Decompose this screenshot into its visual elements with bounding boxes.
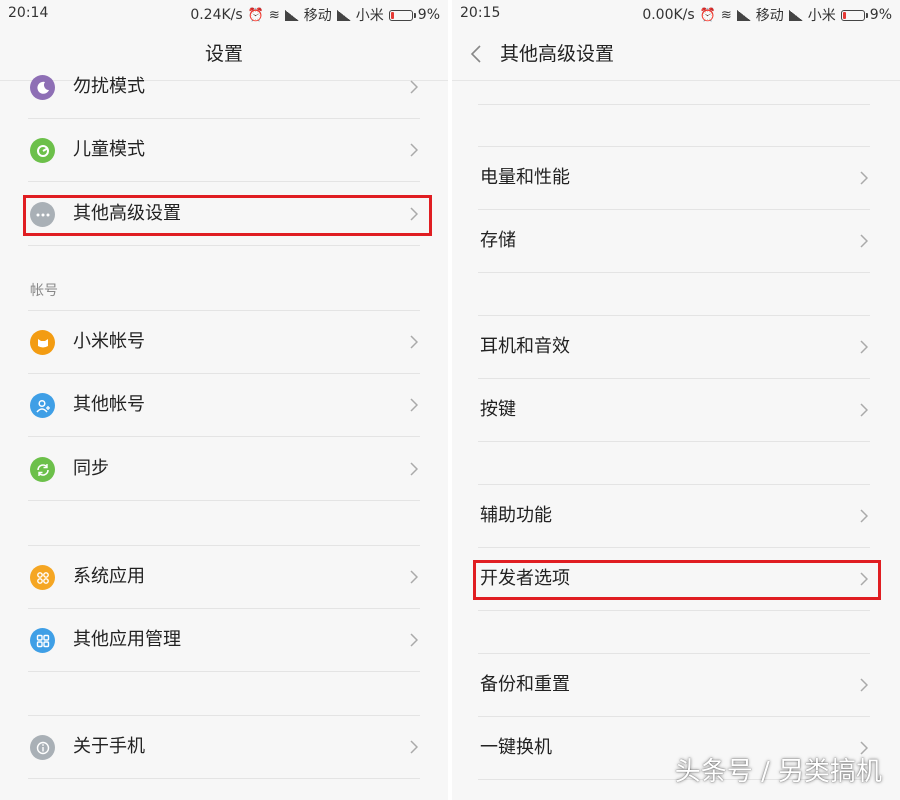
item-label: 存储: [480, 230, 516, 251]
signal-icon: [284, 9, 299, 21]
settings-screen: 20:14 0.24K/s ⏰ ≋ 移动 小米 9% 设置 勿扰模式 儿童模式 …: [0, 0, 448, 800]
advanced-settings-list: 电量和性能 存储 耳机和音效 按键 辅助功能 开发者选项 备份和重置 一键换机: [452, 80, 900, 800]
page-title: 其他高级设置: [500, 43, 615, 65]
list-item-headphones-audio[interactable]: 耳机和音效: [478, 316, 870, 379]
title-bar: 其他高级设置: [452, 28, 900, 81]
status-indicators: 0.24K/s ⏰ ≋ 移动 小米 9%: [190, 5, 440, 25]
item-label: 耳机和音效: [480, 336, 570, 357]
chevron-right-icon: [410, 570, 418, 584]
list-item-battery-performance[interactable]: 电量和性能: [478, 147, 870, 210]
info-icon: [30, 735, 55, 760]
chevron-right-icon: [860, 340, 868, 354]
moon-icon: [30, 75, 55, 100]
child-mode-icon: [30, 138, 55, 163]
chevron-right-icon: [410, 740, 418, 754]
list-item-sync[interactable]: 同步: [28, 438, 420, 501]
status-bar: 20:14 0.24K/s ⏰ ≋ 移动 小米 9%: [0, 0, 448, 28]
chevron-right-icon: [860, 509, 868, 523]
battery-icon: [840, 9, 868, 21]
network-speed: 0.00K/s: [642, 7, 695, 23]
chevron-right-icon: [410, 462, 418, 476]
signal-icon-2: [788, 9, 803, 21]
divider: [478, 104, 870, 105]
list-item-mi-account[interactable]: 小米帐号: [28, 311, 420, 374]
carrier-1: 移动: [303, 8, 332, 24]
back-arrow-icon[interactable]: [470, 44, 482, 64]
network-speed: 0.24K/s: [190, 7, 243, 23]
advanced-settings-screen: 20:15 0.00K/s ⏰ ≋ 移动 小米 9% 其他高级设置 电量和性能 …: [452, 0, 900, 800]
item-label: 系统应用: [73, 566, 145, 587]
watermark: 头条号 / 另类搞机: [674, 757, 882, 787]
list-item-child-mode[interactable]: 儿童模式: [28, 119, 420, 182]
list-item-other-app-management[interactable]: 其他应用管理: [28, 609, 420, 672]
list-item-accessibility[interactable]: 辅助功能: [478, 485, 870, 548]
item-label: 备份和重置: [480, 674, 570, 695]
item-label: 同步: [73, 458, 109, 479]
chevron-right-icon: [410, 633, 418, 647]
list-item-other-accounts[interactable]: 其他帐号: [28, 374, 420, 437]
carrier-2: 小米: [807, 8, 836, 24]
item-label: 辅助功能: [480, 505, 552, 526]
chevron-right-icon: [860, 234, 868, 248]
battery-icon: [388, 9, 416, 21]
highlight-box: [23, 195, 432, 236]
wifi-icon: ≋: [268, 7, 280, 23]
list-item-buttons[interactable]: 按键: [478, 379, 870, 442]
sync-icon: [30, 457, 55, 482]
person-icon: [30, 393, 55, 418]
list-item-about-phone[interactable]: 关于手机: [28, 716, 420, 779]
status-time: 20:15: [460, 5, 501, 21]
status-bar: 20:15 0.00K/s ⏰ ≋ 移动 小米 9%: [452, 0, 900, 28]
chevron-right-icon: [410, 398, 418, 412]
item-label: 关于手机: [73, 736, 145, 757]
carrier-2: 小米: [355, 8, 384, 24]
section-header-account: 帐号: [30, 283, 58, 299]
highlight-box: [473, 560, 881, 600]
chevron-right-icon: [860, 403, 868, 417]
battery-percent: 9%: [417, 7, 440, 23]
item-label: 勿扰模式: [73, 76, 145, 97]
item-label: 按键: [480, 399, 516, 420]
mi-account-icon: [30, 330, 55, 355]
list-item-do-not-disturb[interactable]: 勿扰模式: [28, 56, 420, 119]
item-label: 小米帐号: [73, 331, 145, 352]
signal-icon: [736, 9, 751, 21]
item-label: 其他应用管理: [73, 629, 181, 650]
apps-grid-icon: [30, 628, 55, 653]
apps-icon: [30, 565, 55, 590]
item-label: 电量和性能: [480, 167, 570, 188]
list-item-system-apps[interactable]: 系统应用: [28, 546, 420, 609]
signal-icon-2: [336, 9, 351, 21]
list-item-backup-reset[interactable]: 备份和重置: [478, 654, 870, 717]
item-label: 儿童模式: [73, 139, 145, 160]
chevron-right-icon: [410, 143, 418, 157]
settings-list: 勿扰模式 儿童模式 其他高级设置 帐号 小米帐号 其他帐号 同步 系统应用 其他…: [0, 75, 448, 800]
status-indicators: 0.00K/s ⏰ ≋ 移动 小米 9%: [642, 5, 892, 25]
list-item-storage[interactable]: 存储: [478, 210, 870, 273]
alarm-icon: ⏰: [247, 7, 264, 23]
chevron-right-icon: [410, 80, 418, 94]
item-label: 一键换机: [480, 737, 552, 758]
chevron-right-icon: [860, 171, 868, 185]
chevron-right-icon: [410, 335, 418, 349]
alarm-icon: ⏰: [699, 7, 716, 23]
wifi-icon: ≋: [720, 7, 732, 23]
battery-percent: 9%: [869, 7, 892, 23]
carrier-1: 移动: [755, 8, 784, 24]
item-label: 其他帐号: [73, 394, 145, 415]
status-time: 20:14: [8, 5, 49, 21]
chevron-right-icon: [860, 678, 868, 692]
